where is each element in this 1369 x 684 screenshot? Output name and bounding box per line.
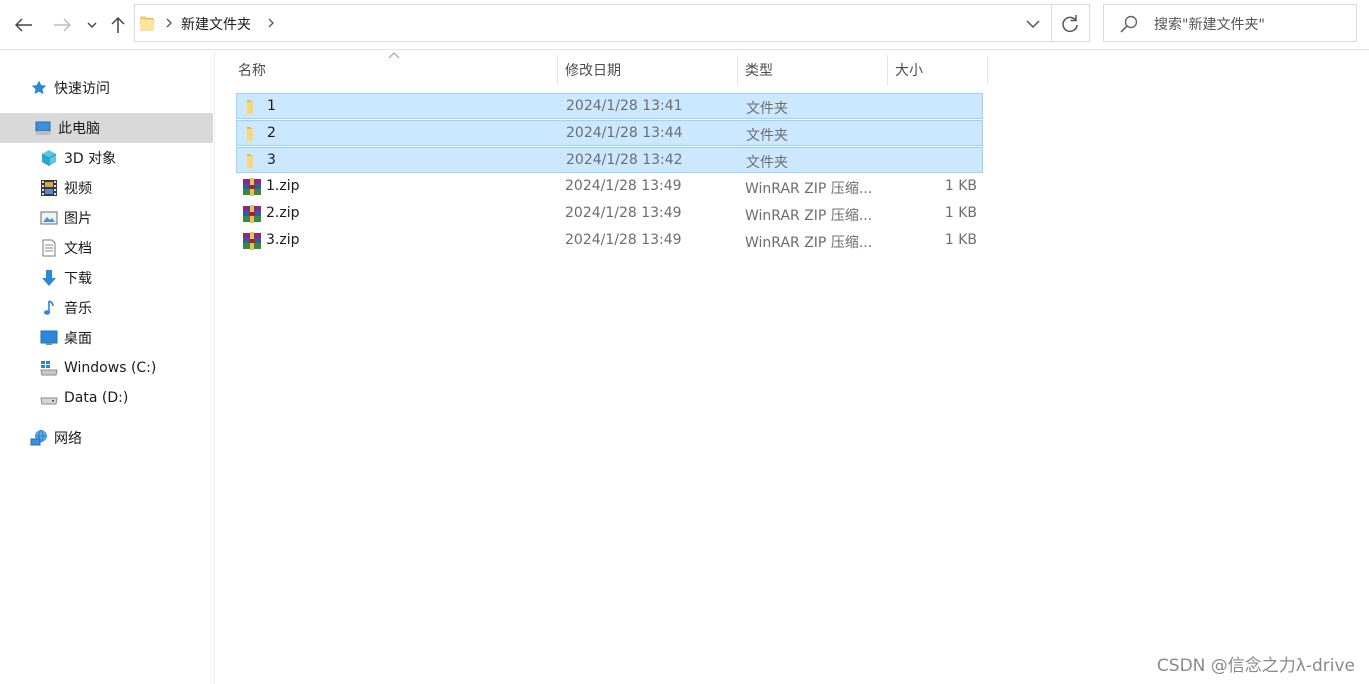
file-name: 1	[267, 98, 276, 114]
recent-locations-button[interactable]	[84, 12, 100, 38]
network-icon	[30, 429, 48, 447]
file-date: 2024/1/28 13:42	[566, 152, 683, 168]
sidebar-item-data-d[interactable]: Data (D:)	[40, 383, 215, 413]
address-history-dropdown-icon[interactable]	[1023, 17, 1043, 31]
folder-icon	[243, 152, 261, 170]
refresh-icon[interactable]	[1059, 13, 1081, 35]
winrar-archive-icon	[242, 178, 261, 196]
sidebar-item-this-pc[interactable]: 此电脑	[0, 113, 213, 143]
column-header-type[interactable]: 类型	[745, 55, 885, 85]
file-row-folder-2[interactable]: 2 2024/1/28 13:44 文件夹	[236, 120, 983, 146]
file-type: WinRAR ZIP 压缩...	[745, 208, 873, 224]
chevron-right-icon[interactable]	[165, 17, 173, 29]
sidebar-item-windows-c[interactable]: Windows (C:)	[40, 353, 215, 383]
file-type: 文件夹	[746, 155, 788, 171]
folder-icon	[243, 98, 261, 116]
column-separator[interactable]	[737, 55, 738, 85]
column-separator[interactable]	[987, 55, 988, 85]
file-date: 2024/1/28 13:44	[566, 125, 683, 141]
sidebar-item-documents[interactable]: 文档	[40, 233, 215, 263]
forward-button[interactable]	[48, 12, 76, 38]
search-box[interactable]: 搜索"新建文件夹"	[1103, 4, 1357, 42]
file-name: 3.zip	[266, 232, 300, 248]
file-type: 文件夹	[746, 101, 788, 117]
file-size: 1 KB	[944, 205, 977, 221]
up-button[interactable]	[106, 12, 130, 38]
file-row-zip-1[interactable]: 1.zip 2024/1/28 13:49 WinRAR ZIP 压缩... 1…	[236, 174, 983, 200]
music-note-icon	[40, 299, 58, 317]
cube-3d-icon	[40, 149, 58, 167]
download-arrow-icon	[40, 269, 58, 287]
arrow-up-icon	[111, 16, 125, 33]
picture-icon	[40, 209, 58, 227]
file-row-folder-1[interactable]: 1 2024/1/28 13:41 文件夹	[236, 93, 983, 119]
file-date: 2024/1/28 13:49	[565, 178, 682, 194]
desktop-icon	[40, 329, 58, 347]
column-header-date[interactable]: 修改日期	[565, 55, 735, 85]
file-date: 2024/1/28 13:49	[565, 205, 682, 221]
sidebar-item-3d-objects[interactable]: 3D 对象	[40, 143, 215, 173]
film-icon	[40, 179, 58, 197]
computer-icon	[34, 119, 52, 137]
address-separator	[1051, 5, 1052, 41]
arrow-right-icon	[54, 18, 71, 32]
sidebar-item-network[interactable]: 网络	[30, 423, 215, 453]
arrow-left-icon	[15, 18, 32, 32]
back-button[interactable]	[10, 12, 38, 38]
file-name: 2	[267, 125, 276, 141]
file-date: 2024/1/28 13:41	[566, 98, 683, 114]
file-explorer-window: 新建文件夹 搜索"新建文件夹" 快速访问 此电脑 3D 对象 视频 图片 文档 …	[0, 0, 1369, 684]
folder-icon	[243, 125, 261, 143]
file-list-view: 名称 修改日期 类型 大小 1 2024/1/28 13:41 文件夹 2 20…	[216, 51, 1369, 684]
column-separator[interactable]	[887, 55, 888, 85]
drive-icon	[40, 389, 58, 407]
file-name: 1.zip	[266, 178, 300, 194]
sidebar-item-downloads[interactable]: 下载	[40, 263, 215, 293]
file-row-zip-3[interactable]: 3.zip 2024/1/28 13:49 WinRAR ZIP 压缩... 1…	[236, 228, 983, 254]
file-name: 3	[267, 152, 276, 168]
file-name: 2.zip	[266, 205, 300, 221]
chevron-down-icon	[87, 22, 97, 28]
file-size: 1 KB	[944, 178, 977, 194]
search-icon	[1120, 15, 1138, 33]
file-row-zip-2[interactable]: 2.zip 2024/1/28 13:49 WinRAR ZIP 压缩... 1…	[236, 201, 983, 227]
file-type: 文件夹	[746, 128, 788, 144]
column-separator[interactable]	[557, 55, 558, 85]
navigation-pane: 快速访问 此电脑 3D 对象 视频 图片 文档 下载 音乐 桌面 Windows…	[0, 51, 215, 684]
document-icon	[40, 239, 58, 257]
file-size: 1 KB	[944, 232, 977, 248]
search-input[interactable]: 搜索"新建文件夹"	[1154, 14, 1265, 34]
winrar-archive-icon	[242, 232, 261, 250]
file-date: 2024/1/28 13:49	[565, 232, 682, 248]
sidebar-item-pictures[interactable]: 图片	[40, 203, 215, 233]
column-header-name[interactable]: 名称	[238, 55, 556, 85]
address-bar[interactable]: 新建文件夹	[134, 4, 1090, 42]
windows-drive-icon	[40, 359, 58, 377]
sidebar-item-videos[interactable]: 视频	[40, 173, 215, 203]
file-type: WinRAR ZIP 压缩...	[745, 181, 873, 197]
file-row-folder-3[interactable]: 3 2024/1/28 13:42 文件夹	[236, 147, 983, 173]
sidebar-item-music[interactable]: 音乐	[40, 293, 215, 323]
sidebar-item-quick-access[interactable]: 快速访问	[30, 73, 215, 103]
folder-icon	[140, 16, 154, 31]
file-type: WinRAR ZIP 压缩...	[745, 235, 873, 251]
navigation-toolbar: 新建文件夹 搜索"新建文件夹"	[0, 0, 1369, 50]
star-icon	[30, 79, 48, 97]
winrar-archive-icon	[242, 205, 261, 223]
breadcrumb-current-folder[interactable]: 新建文件夹	[181, 14, 251, 34]
column-header-size[interactable]: 大小	[895, 55, 985, 85]
chevron-right-icon[interactable]	[267, 17, 275, 29]
watermark-text: CSDN @信念之力λ-drive	[1156, 656, 1355, 676]
sidebar-item-desktop[interactable]: 桌面	[40, 323, 215, 353]
